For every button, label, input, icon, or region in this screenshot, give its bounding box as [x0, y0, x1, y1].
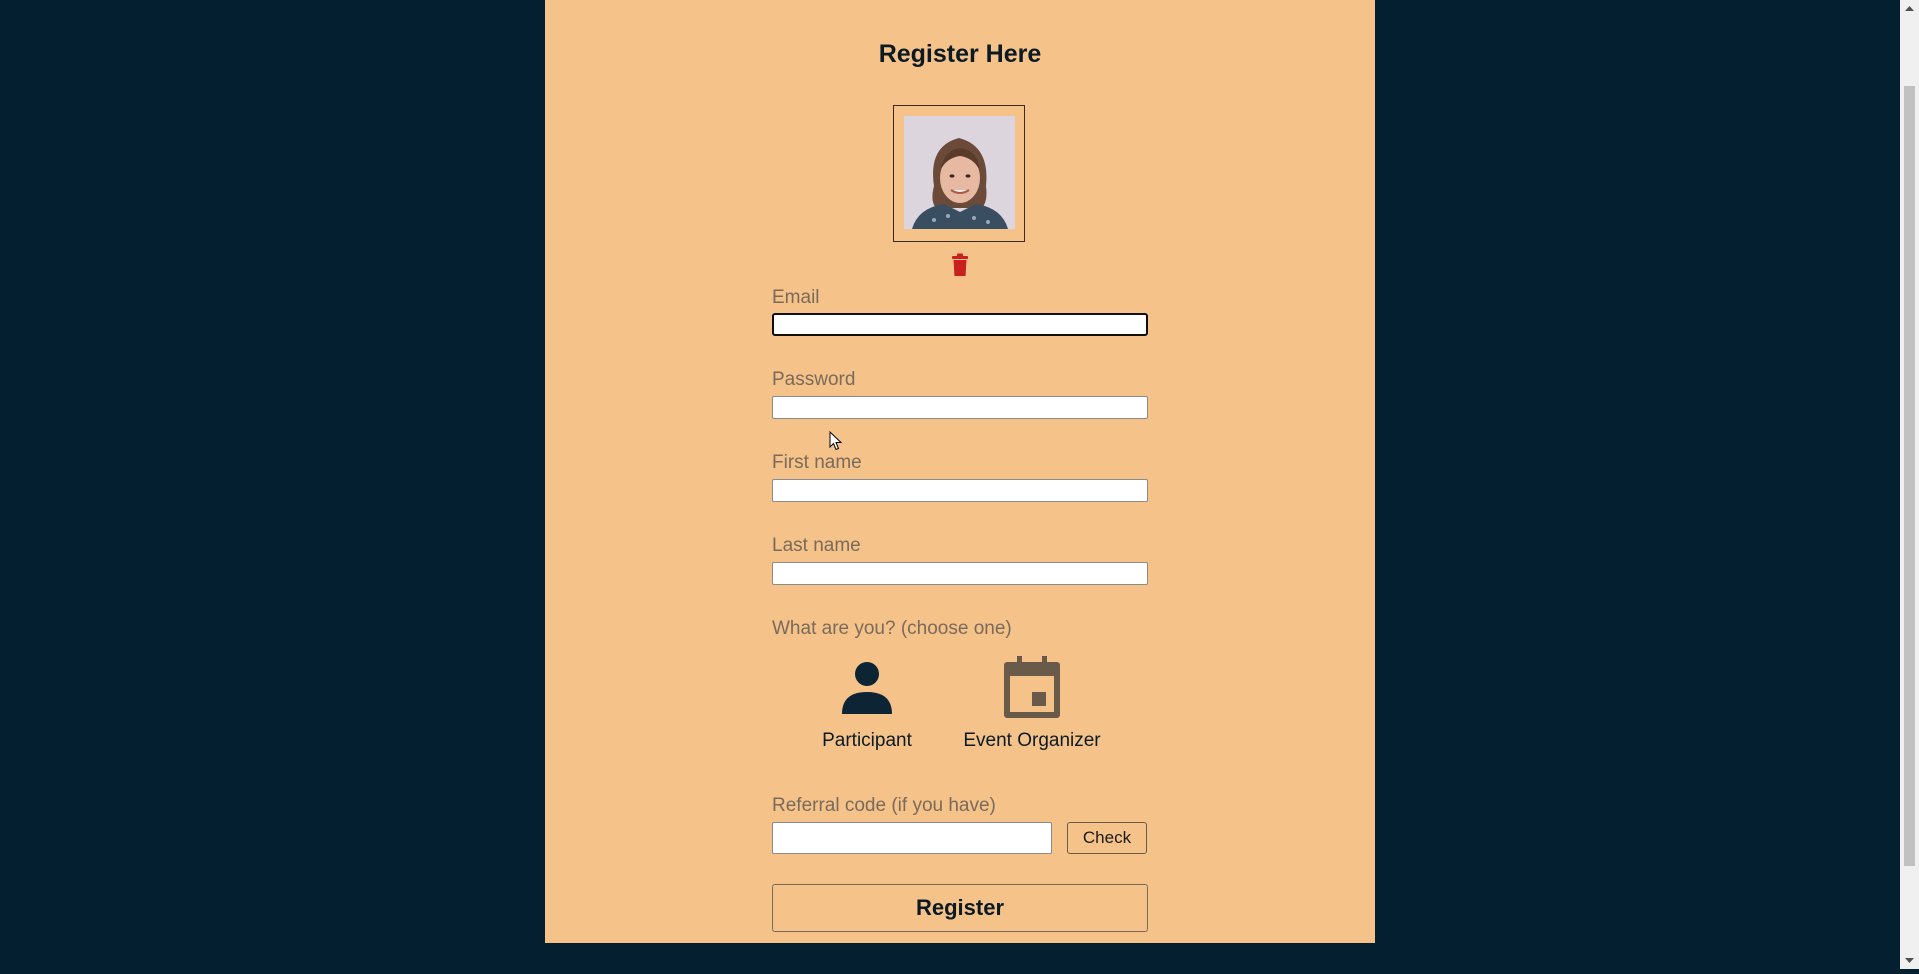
page-viewport: Register Here Email Password First name … — [0, 0, 1900, 969]
scrollbar-thumb[interactable] — [1904, 86, 1915, 866]
password-input[interactable] — [772, 396, 1148, 419]
role-participant[interactable]: Participant — [812, 656, 922, 752]
register-card: Register Here Email Password First name … — [545, 0, 1375, 943]
register-button[interactable]: Register — [772, 884, 1148, 932]
vertical-scrollbar[interactable] — [1900, 0, 1919, 969]
registration-form: Email Password First name Last name What… — [772, 0, 1148, 943]
role-participant-label: Participant — [822, 730, 912, 751]
role-event-organizer-label: Event Organizer — [963, 730, 1101, 751]
referral-code-input[interactable] — [772, 822, 1052, 854]
check-button[interactable]: Check — [1067, 822, 1147, 854]
email-input[interactable] — [772, 313, 1148, 336]
last-name-input[interactable] — [772, 562, 1148, 585]
referral-code-label: Referral code (if you have) — [772, 795, 996, 816]
first-name-label: First name — [772, 452, 862, 473]
scroll-up-arrow-icon[interactable] — [1900, 0, 1919, 17]
first-name-input[interactable] — [772, 479, 1148, 502]
person-icon — [812, 656, 922, 718]
password-label: Password — [772, 369, 856, 390]
email-label: Email — [772, 287, 820, 308]
role-question-label: What are you? (choose one) — [772, 618, 1012, 639]
scroll-down-arrow-icon[interactable] — [1900, 952, 1919, 969]
role-event-organizer[interactable]: Event Organizer — [957, 656, 1107, 752]
calendar-icon — [957, 656, 1107, 718]
last-name-label: Last name — [772, 535, 861, 556]
mouse-cursor-icon — [829, 430, 843, 451]
